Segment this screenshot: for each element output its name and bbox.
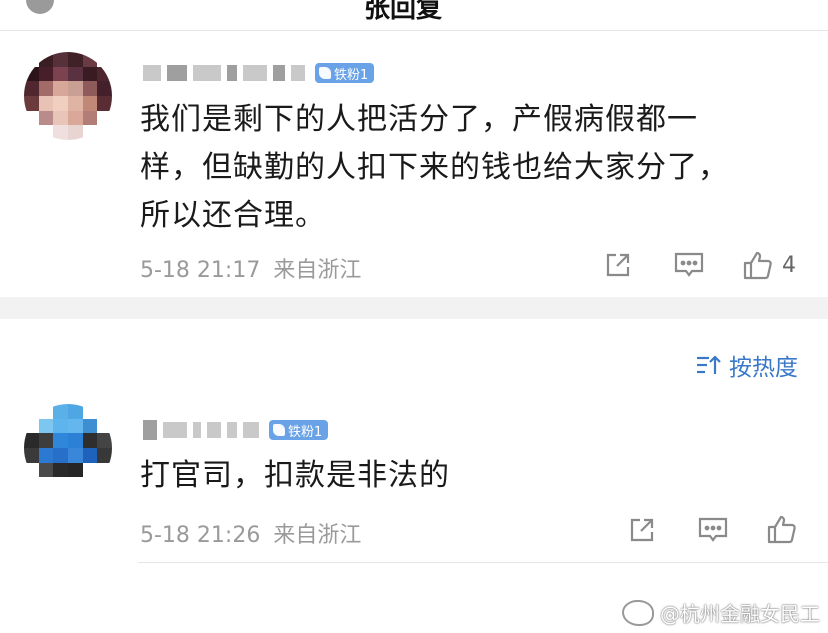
watermark: @杭州金融女民工 — [622, 598, 820, 627]
comment-meta: 5-18 21:26 来自浙江 — [140, 517, 361, 549]
comment-text: 我们是剩下的人把活分了，产假病假都一 样，但缺勤的人扣下来的钱也给大家分了， 所… — [140, 96, 729, 240]
fan-badge-label: 铁粉1 — [288, 424, 323, 440]
section-divider — [0, 297, 828, 319]
weibo-logo-icon — [622, 599, 654, 626]
username[interactable] — [143, 65, 305, 81]
comment-time: 5-18 21:17 — [140, 258, 261, 283]
username[interactable] — [143, 420, 259, 440]
like-button[interactable] — [766, 513, 798, 545]
reply-button[interactable] — [674, 251, 704, 279]
username-row[interactable]: 铁粉1 — [143, 418, 329, 442]
share-icon — [630, 518, 654, 542]
comment-icon — [698, 517, 728, 542]
comment-divider — [138, 562, 828, 563]
share-button[interactable] — [604, 251, 632, 279]
page-title: 张回复 — [364, 0, 443, 24]
share-button[interactable] — [628, 516, 656, 544]
comment-text-line: 我们是剩下的人把活分了，产假病假都一 — [140, 102, 698, 137]
fan-badge-label: 铁粉1 — [334, 67, 369, 83]
comment-text-line: 所以还合理。 — [140, 198, 326, 233]
comment-text-line: 打官司，扣款是非法的 — [140, 458, 450, 493]
thumbs-up-icon — [743, 251, 772, 280]
sort-button[interactable]: 按热度 — [695, 348, 798, 382]
back-button[interactable] — [26, 0, 54, 14]
fan-badge: 铁粉1 — [315, 63, 375, 83]
thumbs-up-icon — [767, 515, 796, 544]
comment-text: 打官司，扣款是非法的 — [140, 452, 450, 500]
avatar[interactable] — [24, 52, 112, 140]
like-button[interactable]: 4 — [742, 249, 796, 281]
comment-location: 来自浙江 — [273, 523, 362, 548]
comment-icon — [674, 252, 704, 277]
watermark-text: @杭州金融女民工 — [660, 602, 820, 626]
comment-meta: 5-18 21:17 来自浙江 — [140, 252, 361, 284]
share-icon — [606, 253, 630, 277]
username-row[interactable]: 铁粉1 — [143, 61, 375, 85]
comment-time: 5-18 21:26 — [140, 523, 261, 548]
fan-badge: 铁粉1 — [269, 420, 329, 440]
like-count: 4 — [782, 252, 796, 278]
top-bar: 张回复 — [0, 0, 828, 31]
reply-button[interactable] — [698, 516, 728, 544]
comment-text-line: 样，但缺勤的人扣下来的钱也给大家分了， — [140, 150, 729, 185]
sort-icon — [697, 355, 721, 374]
fan-badge-icon — [319, 67, 331, 79]
avatar[interactable] — [24, 404, 112, 492]
sort-label: 按热度 — [729, 355, 798, 381]
comment-location: 来自浙江 — [273, 258, 362, 283]
fan-badge-icon — [273, 424, 285, 436]
